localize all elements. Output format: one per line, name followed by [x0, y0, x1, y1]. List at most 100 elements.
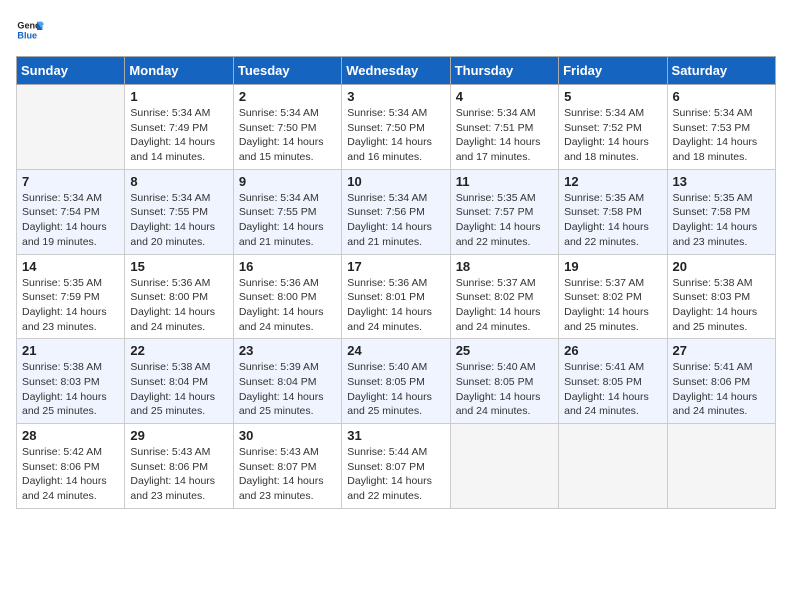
day-info: Sunrise: 5:34 AM Sunset: 7:53 PM Dayligh…	[673, 106, 770, 165]
calendar-cell: 3Sunrise: 5:34 AM Sunset: 7:50 PM Daylig…	[342, 85, 450, 170]
header-cell-monday: Monday	[125, 57, 233, 85]
day-number: 20	[673, 259, 770, 274]
day-info: Sunrise: 5:43 AM Sunset: 8:07 PM Dayligh…	[239, 445, 336, 504]
day-info: Sunrise: 5:35 AM Sunset: 7:59 PM Dayligh…	[22, 276, 119, 335]
calendar-cell: 9Sunrise: 5:34 AM Sunset: 7:55 PM Daylig…	[233, 169, 341, 254]
calendar-cell: 29 Sunrise: 5:43 AM Sunset: 8:06 PM Dayli…	[125, 424, 233, 509]
day-info: Sunrise: 5:34 AM Sunset: 7:50 PM Dayligh…	[239, 106, 336, 165]
day-info: Sunrise: 5:44 AM Sunset: 8:07 PM Dayligh…	[347, 445, 444, 504]
calendar-cell: 8Sunrise: 5:34 AM Sunset: 7:55 PM Daylig…	[125, 169, 233, 254]
calendar-cell: 12Sunrise: 5:35 AM Sunset: 7:58 PM Dayli…	[559, 169, 667, 254]
day-info: Sunrise: 5:37 AM Sunset: 8:02 PM Dayligh…	[456, 276, 553, 335]
day-number: 10	[347, 174, 444, 189]
day-number: 17	[347, 259, 444, 274]
day-number: 27	[673, 343, 770, 358]
day-info: Sunrise: 5:34 AM Sunset: 7:55 PM Dayligh…	[130, 191, 227, 250]
calendar-cell	[450, 424, 558, 509]
week-row-3: 14 Sunrise: 5:35 AM Sunset: 7:59 PM Dayli…	[17, 254, 776, 339]
calendar-cell	[559, 424, 667, 509]
header-cell-sunday: Sunday	[17, 57, 125, 85]
day-info: Sunrise: 5:36 AM Sunset: 8:01 PM Dayligh…	[347, 276, 444, 335]
calendar-cell: 19 Sunrise: 5:37 AM Sunset: 8:02 PM Dayli…	[559, 254, 667, 339]
day-info: Sunrise: 5:38 AM Sunset: 8:03 PM Dayligh…	[22, 360, 119, 419]
day-number: 28	[22, 428, 119, 443]
day-number: 26	[564, 343, 661, 358]
day-info: Sunrise: 5:34 AM Sunset: 7:56 PM Dayligh…	[347, 191, 444, 250]
day-number: 31	[347, 428, 444, 443]
day-number: 13	[673, 174, 770, 189]
page-header: General Blue	[16, 16, 776, 44]
day-number: 6	[673, 89, 770, 104]
logo: General Blue	[16, 16, 48, 44]
day-info: Sunrise: 5:36 AM Sunset: 8:00 PM Dayligh…	[130, 276, 227, 335]
day-number: 18	[456, 259, 553, 274]
header-cell-thursday: Thursday	[450, 57, 558, 85]
day-info: Sunrise: 5:34 AM Sunset: 7:52 PM Dayligh…	[564, 106, 661, 165]
day-number: 23	[239, 343, 336, 358]
calendar-cell: 14 Sunrise: 5:35 AM Sunset: 7:59 PM Dayli…	[17, 254, 125, 339]
day-info: Sunrise: 5:35 AM Sunset: 7:57 PM Dayligh…	[456, 191, 553, 250]
week-row-5: 28Sunrise: 5:42 AM Sunset: 8:06 PM Dayli…	[17, 424, 776, 509]
day-number: 4	[456, 89, 553, 104]
calendar-cell: 1 Sunrise: 5:34 AM Sunset: 7:49 PM Daylig…	[125, 85, 233, 170]
calendar-cell: 18 Sunrise: 5:37 AM Sunset: 8:02 PM Dayli…	[450, 254, 558, 339]
calendar-cell: 2Sunrise: 5:34 AM Sunset: 7:50 PM Daylig…	[233, 85, 341, 170]
day-number: 1	[130, 89, 227, 104]
day-number: 21	[22, 343, 119, 358]
day-info: Sunrise: 5:34 AM Sunset: 7:51 PM Dayligh…	[456, 106, 553, 165]
day-info: Sunrise: 5:40 AM Sunset: 8:05 PM Dayligh…	[347, 360, 444, 419]
day-number: 14	[22, 259, 119, 274]
day-info: Sunrise: 5:39 AM Sunset: 8:04 PM Dayligh…	[239, 360, 336, 419]
day-info: Sunrise: 5:35 AM Sunset: 7:58 PM Dayligh…	[673, 191, 770, 250]
calendar-cell: 17 Sunrise: 5:36 AM Sunset: 8:01 PM Dayli…	[342, 254, 450, 339]
day-number: 29	[130, 428, 227, 443]
day-number: 22	[130, 343, 227, 358]
svg-text:Blue: Blue	[17, 30, 37, 40]
day-info: Sunrise: 5:38 AM Sunset: 8:04 PM Dayligh…	[130, 360, 227, 419]
day-info: Sunrise: 5:37 AM Sunset: 8:02 PM Dayligh…	[564, 276, 661, 335]
calendar-cell: 16Sunrise: 5:36 AM Sunset: 8:00 PM Dayli…	[233, 254, 341, 339]
calendar-cell: 27 Sunrise: 5:41 AM Sunset: 8:06 PM Dayli…	[667, 339, 775, 424]
week-row-4: 21 Sunrise: 5:38 AM Sunset: 8:03 PM Dayli…	[17, 339, 776, 424]
calendar-cell: 31 Sunrise: 5:44 AM Sunset: 8:07 PM Dayli…	[342, 424, 450, 509]
calendar-cell: 5Sunrise: 5:34 AM Sunset: 7:52 PM Daylig…	[559, 85, 667, 170]
day-number: 24	[347, 343, 444, 358]
calendar-cell: 11 Sunrise: 5:35 AM Sunset: 7:57 PM Dayli…	[450, 169, 558, 254]
day-info: Sunrise: 5:43 AM Sunset: 8:06 PM Dayligh…	[130, 445, 227, 504]
logo-icon: General Blue	[16, 16, 44, 44]
calendar-cell	[17, 85, 125, 170]
header-cell-tuesday: Tuesday	[233, 57, 341, 85]
day-info: Sunrise: 5:36 AM Sunset: 8:00 PM Dayligh…	[239, 276, 336, 335]
header-cell-wednesday: Wednesday	[342, 57, 450, 85]
calendar-cell: 15 Sunrise: 5:36 AM Sunset: 8:00 PM Dayli…	[125, 254, 233, 339]
calendar: SundayMondayTuesdayWednesdayThursdayFrid…	[16, 56, 776, 509]
calendar-cell: 13 Sunrise: 5:35 AM Sunset: 7:58 PM Dayli…	[667, 169, 775, 254]
day-info: Sunrise: 5:41 AM Sunset: 8:06 PM Dayligh…	[673, 360, 770, 419]
day-info: Sunrise: 5:34 AM Sunset: 7:54 PM Dayligh…	[22, 191, 119, 250]
day-number: 12	[564, 174, 661, 189]
calendar-cell: 26 Sunrise: 5:41 AM Sunset: 8:05 PM Dayli…	[559, 339, 667, 424]
calendar-header-row: SundayMondayTuesdayWednesdayThursdayFrid…	[17, 57, 776, 85]
calendar-cell: 25 Sunrise: 5:40 AM Sunset: 8:05 PM Dayli…	[450, 339, 558, 424]
week-row-2: 7Sunrise: 5:34 AM Sunset: 7:54 PM Daylig…	[17, 169, 776, 254]
calendar-cell: 4 Sunrise: 5:34 AM Sunset: 7:51 PM Daylig…	[450, 85, 558, 170]
calendar-cell: 24 Sunrise: 5:40 AM Sunset: 8:05 PM Dayli…	[342, 339, 450, 424]
header-cell-friday: Friday	[559, 57, 667, 85]
calendar-cell: 28Sunrise: 5:42 AM Sunset: 8:06 PM Dayli…	[17, 424, 125, 509]
calendar-cell: 22 Sunrise: 5:38 AM Sunset: 8:04 PM Dayli…	[125, 339, 233, 424]
day-info: Sunrise: 5:41 AM Sunset: 8:05 PM Dayligh…	[564, 360, 661, 419]
day-number: 11	[456, 174, 553, 189]
calendar-cell: 20Sunrise: 5:38 AM Sunset: 8:03 PM Dayli…	[667, 254, 775, 339]
day-number: 19	[564, 259, 661, 274]
day-number: 15	[130, 259, 227, 274]
day-number: 25	[456, 343, 553, 358]
calendar-cell	[667, 424, 775, 509]
calendar-cell: 30Sunrise: 5:43 AM Sunset: 8:07 PM Dayli…	[233, 424, 341, 509]
calendar-cell: 10 Sunrise: 5:34 AM Sunset: 7:56 PM Dayli…	[342, 169, 450, 254]
calendar-cell: 6 Sunrise: 5:34 AM Sunset: 7:53 PM Daylig…	[667, 85, 775, 170]
day-info: Sunrise: 5:34 AM Sunset: 7:49 PM Dayligh…	[130, 106, 227, 165]
day-info: Sunrise: 5:40 AM Sunset: 8:05 PM Dayligh…	[456, 360, 553, 419]
day-number: 3	[347, 89, 444, 104]
day-number: 9	[239, 174, 336, 189]
header-cell-saturday: Saturday	[667, 57, 775, 85]
